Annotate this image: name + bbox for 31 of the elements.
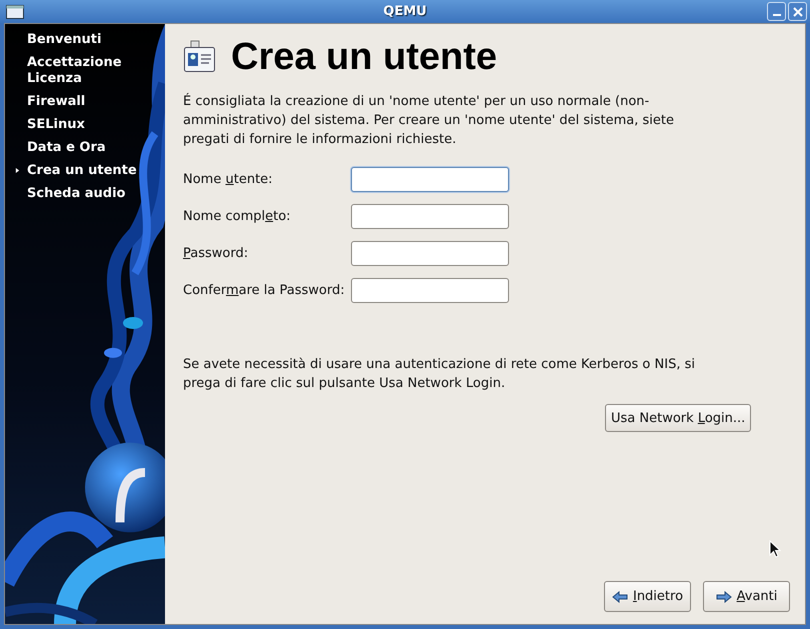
close-icon [792, 6, 802, 16]
step-item: Accettazione Licenza [27, 55, 123, 87]
window-title: QEMU [383, 4, 427, 19]
input-field[interactable] [351, 278, 509, 303]
right-arrow-icon [716, 590, 732, 602]
page-title: Crea un utente [231, 35, 498, 80]
step-item: SELinux [27, 117, 86, 133]
step-item: Scheda audio [27, 186, 126, 202]
input-field[interactable] [351, 241, 509, 266]
step-item: Crea un utente [27, 163, 138, 179]
minimize-icon [772, 14, 780, 16]
step-item: Firewall [27, 94, 86, 110]
network-note: Se avete necessità di usare una autenticazione di rete come Kerberos o NIS, si prega di fare clic sul pulsante Usa Network Login. [183, 356, 695, 393]
network-login-button[interactable]: Usa Network Login... [605, 404, 752, 432]
field-label: Nome utente: [183, 172, 274, 187]
id-card-icon [183, 40, 217, 74]
field-label: Confermare la Password: [183, 283, 346, 298]
window-icon [6, 4, 24, 18]
input-field[interactable] [351, 167, 509, 192]
mouse-pointer-icon [769, 540, 781, 558]
field-label: Password: [183, 246, 250, 261]
minimize-button[interactable] [767, 2, 786, 21]
step-item: Data e Ora [27, 140, 107, 156]
close-button[interactable] [788, 2, 807, 21]
step-item: Benvenuti [27, 32, 102, 48]
field-label: Nome completo: [183, 209, 292, 224]
next-button[interactable]: Avanti [703, 581, 790, 612]
input-field[interactable] [351, 204, 509, 229]
left-arrow-icon [612, 590, 628, 602]
intro-text: É consigliata la creazione di un 'nome utente' per un uso normale (non-amministrativo) del sistema. Per creare un 'nome utente' del sistema, siete pregati di fornire le informazioni richieste. [183, 92, 676, 149]
back-button[interactable]: Indietro [604, 581, 691, 612]
